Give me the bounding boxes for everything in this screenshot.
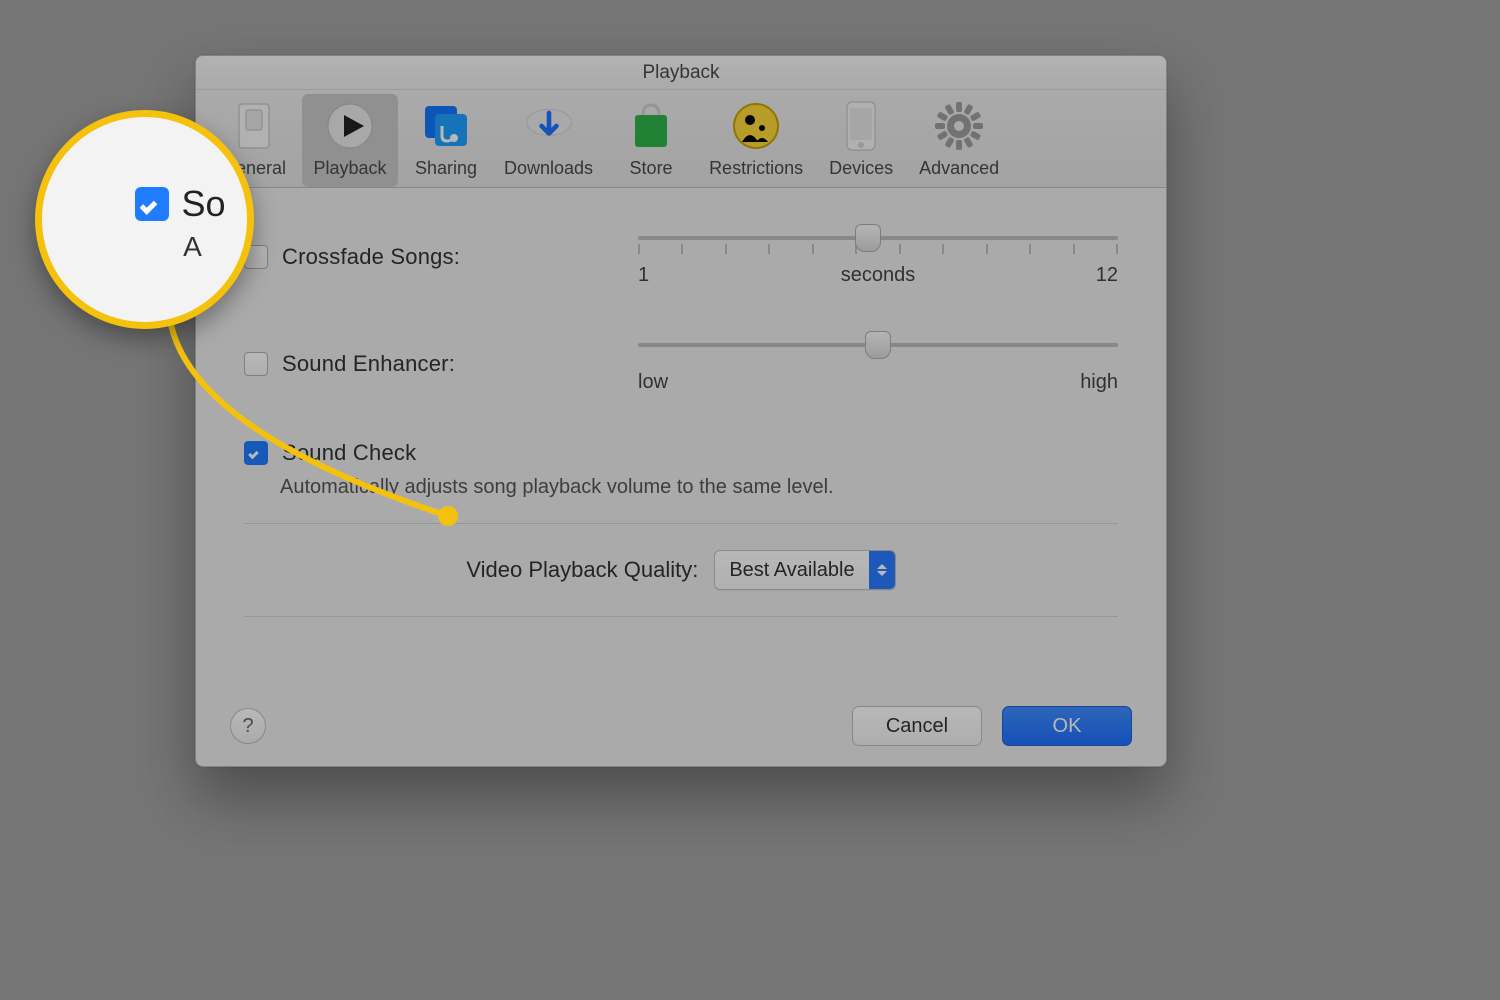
callout-text-2: A: [183, 231, 202, 263]
divider: [244, 616, 1118, 617]
enhancer-checkbox[interactable]: [244, 352, 268, 376]
enhancer-slider[interactable]: [638, 333, 1118, 357]
tab-sharing[interactable]: Sharing: [398, 94, 494, 187]
store-icon: [625, 100, 677, 152]
divider: [244, 523, 1118, 524]
window-title: Playback: [196, 56, 1166, 90]
tab-playback[interactable]: Playback: [302, 94, 398, 187]
updown-icon: [869, 551, 895, 589]
callout-checked-icon: [135, 187, 169, 221]
enhancer-max: high: [1080, 371, 1118, 394]
play-icon: [324, 100, 376, 152]
cancel-button[interactable]: Cancel: [852, 706, 982, 746]
magnifier-callout: So A: [35, 110, 254, 329]
download-icon: [523, 100, 575, 152]
sound-check-checkbox[interactable]: [244, 441, 268, 465]
tab-downloads[interactable]: Downloads: [494, 94, 603, 187]
enhancer-min: low: [638, 371, 668, 394]
sound-check-label: Sound Check: [282, 440, 416, 466]
dialog-footer: ? Cancel OK: [196, 686, 1166, 766]
tab-devices[interactable]: Devices: [813, 94, 909, 187]
tab-restrictions[interactable]: Restrictions: [699, 94, 813, 187]
video-quality-label: Video Playback Quality:: [466, 557, 698, 583]
gear-icon: [933, 100, 985, 152]
enhancer-label: Sound Enhancer:: [282, 351, 455, 377]
callout-text-1: So: [181, 183, 225, 225]
preferences-window: Playback General Playback Sharing: [195, 55, 1167, 767]
sharing-icon: [420, 100, 472, 152]
preferences-toolbar: General Playback Sharing Downloads: [196, 90, 1166, 188]
crossfade-max: 12: [1096, 264, 1118, 287]
device-icon: [835, 100, 887, 152]
tab-advanced[interactable]: Advanced: [909, 94, 1009, 187]
crossfade-slider[interactable]: [638, 226, 1118, 250]
video-quality-select[interactable]: Best Available: [714, 550, 895, 590]
crossfade-unit: seconds: [841, 264, 916, 287]
tab-store[interactable]: Store: [603, 94, 699, 187]
ok-button[interactable]: OK: [1002, 706, 1132, 746]
switch-icon: [228, 100, 280, 152]
callout-endpoint: [438, 506, 458, 526]
crossfade-min: 1: [638, 264, 649, 287]
sound-check-description: Automatically adjusts song playback volu…: [280, 476, 1118, 499]
help-button[interactable]: ?: [230, 708, 266, 744]
crossfade-label: Crossfade Songs:: [282, 244, 460, 270]
restrictions-icon: [730, 100, 782, 152]
playback-panel: Crossfade Songs: 1 seconds 12: [196, 188, 1166, 617]
